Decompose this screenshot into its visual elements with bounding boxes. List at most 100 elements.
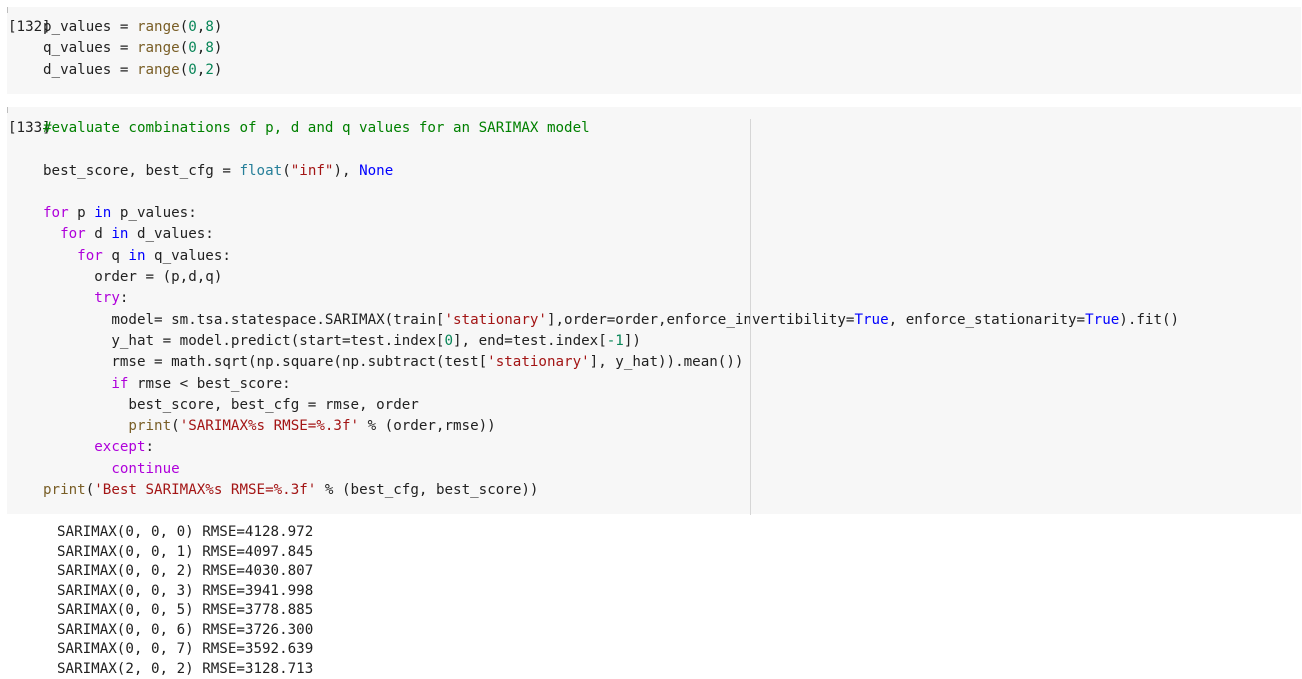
code-token: (	[282, 163, 291, 179]
code-token: )	[214, 62, 223, 78]
code-token: 8	[205, 19, 214, 35]
code-token: order = (p,d,q)	[43, 269, 222, 285]
code-token: (	[86, 482, 95, 498]
code-token: :	[146, 439, 155, 455]
code-token: d_values =	[43, 62, 137, 78]
code-token: :	[120, 290, 129, 306]
code-token: if	[111, 376, 128, 392]
code-token: -1	[607, 333, 624, 349]
code-token: , enforce_stationarity=	[889, 312, 1085, 328]
code-token: % (best_cfg, best_score))	[316, 482, 538, 498]
code-token: range	[137, 19, 180, 35]
code-token: 0	[188, 19, 197, 35]
code-token: except	[94, 439, 145, 455]
code-line: print('Best SARIMAX%s RMSE=%.3f' % (best…	[43, 480, 1179, 501]
code-token: #evaluate combinations of p, d and q val…	[43, 120, 590, 136]
code-token: ], y_hat)).mean())	[590, 354, 744, 370]
code-token: (	[180, 62, 189, 78]
code-token: range	[137, 40, 180, 56]
code-token: p_values:	[111, 205, 196, 221]
code-token: ])	[624, 333, 641, 349]
code-token: 'SARIMAX%s RMSE=%.3f'	[180, 418, 359, 434]
code-token: in	[111, 226, 128, 242]
code-token	[43, 461, 111, 477]
code-line: d_values = range(0,2)	[43, 60, 222, 81]
code-token: 0	[188, 40, 197, 56]
code-line: order = (p,d,q)	[43, 267, 1179, 288]
code-cell-132[interactable]: [132] p_values = range(0,8)q_values = ra…	[7, 7, 1301, 94]
output-line: SARIMAX(0, 0, 6) RMSE=3726.300	[57, 621, 313, 641]
code-token: q_values:	[146, 248, 231, 264]
code-line: continue	[43, 459, 1179, 480]
code-token: try	[94, 290, 120, 306]
code-line: for d in d_values:	[43, 224, 1179, 245]
code-token: for	[77, 248, 103, 264]
code-token: q	[103, 248, 129, 264]
code-token: p_values =	[43, 19, 137, 35]
code-line: #evaluate combinations of p, d and q val…	[43, 118, 1179, 139]
code-token	[43, 439, 94, 455]
code-token: continue	[111, 461, 179, 477]
output-line: SARIMAX(0, 0, 2) RMSE=4030.807	[57, 562, 313, 582]
code-token: True	[1085, 312, 1119, 328]
code-token: 'stationary'	[487, 354, 590, 370]
code-token: best_score, best_cfg = rmse, order	[43, 397, 419, 413]
code-token: (	[180, 19, 189, 35]
code-cell-133[interactable]: [133] #evaluate combinations of p, d and…	[7, 107, 1301, 514]
code-token: model= sm.tsa.statespace.SARIMAX(train[	[43, 312, 444, 328]
code-line: for p in p_values:	[43, 203, 1179, 224]
code-token: range	[137, 62, 180, 78]
code-line: best_score, best_cfg = rmse, order	[43, 395, 1179, 416]
output-line: SARIMAX(0, 0, 5) RMSE=3778.885	[57, 601, 313, 621]
code-line	[43, 182, 1179, 203]
code-token: y_hat = model.predict(start=test.index[	[43, 333, 444, 349]
code-line: rmse = math.sqrt(np.square(np.subtract(t…	[43, 352, 1179, 373]
code-token: in	[94, 205, 111, 221]
code-line: p_values = range(0,8)	[43, 17, 222, 38]
output-line: SARIMAX(0, 0, 3) RMSE=3941.998	[57, 582, 313, 602]
code-token: 'Best SARIMAX%s RMSE=%.3f'	[94, 482, 316, 498]
code-line: try:	[43, 288, 1179, 309]
code-token: rmse < best_score:	[128, 376, 290, 392]
code-token: in	[128, 248, 145, 264]
code-token: "inf"	[291, 163, 334, 179]
output-line: SARIMAX(0, 0, 7) RMSE=3592.639	[57, 640, 313, 660]
code-token: d	[86, 226, 112, 242]
code-token: ),	[333, 163, 359, 179]
code-token: )	[214, 19, 223, 35]
code-line: best_score, best_cfg = float("inf"), Non…	[43, 161, 1179, 182]
cell-output: SARIMAX(0, 0, 0) RMSE=4128.972SARIMAX(0,…	[57, 523, 313, 679]
cell-gutter-marker	[7, 7, 8, 13]
code-line: except:	[43, 437, 1179, 458]
code-editor[interactable]: #evaluate combinations of p, d and q val…	[43, 118, 1179, 501]
code-token: for	[60, 226, 86, 242]
code-token: 0	[188, 62, 197, 78]
code-token	[43, 376, 111, 392]
output-line: SARIMAX(0, 0, 0) RMSE=4128.972	[57, 523, 313, 543]
code-token: ],order=order,enforce_invertibility=	[547, 312, 855, 328]
code-token: True	[854, 312, 888, 328]
code-token: (	[171, 418, 180, 434]
code-token	[43, 290, 94, 306]
output-line: SARIMAX(0, 0, 1) RMSE=4097.845	[57, 543, 313, 563]
code-line: y_hat = model.predict(start=test.index[0…	[43, 331, 1179, 352]
code-token: 8	[205, 40, 214, 56]
code-token: d_values:	[128, 226, 213, 242]
code-token: 2	[205, 62, 214, 78]
code-token: (	[180, 40, 189, 56]
code-token: )	[214, 40, 223, 56]
code-token: % (order,rmse))	[359, 418, 496, 434]
code-token	[43, 248, 77, 264]
code-token: q_values =	[43, 40, 137, 56]
code-line: for q in q_values:	[43, 246, 1179, 267]
code-editor[interactable]: p_values = range(0,8)q_values = range(0,…	[43, 17, 222, 81]
code-token: p	[69, 205, 95, 221]
code-line: model= sm.tsa.statespace.SARIMAX(train['…	[43, 310, 1179, 331]
code-token: rmse = math.sqrt(np.square(np.subtract(t…	[43, 354, 487, 370]
code-token: ], end=test.index[	[453, 333, 607, 349]
code-token: 0	[444, 333, 453, 349]
code-token: ).fit()	[1119, 312, 1179, 328]
code-line: if rmse < best_score:	[43, 374, 1179, 395]
code-token: 'stationary'	[444, 312, 547, 328]
code-line	[43, 139, 1179, 160]
